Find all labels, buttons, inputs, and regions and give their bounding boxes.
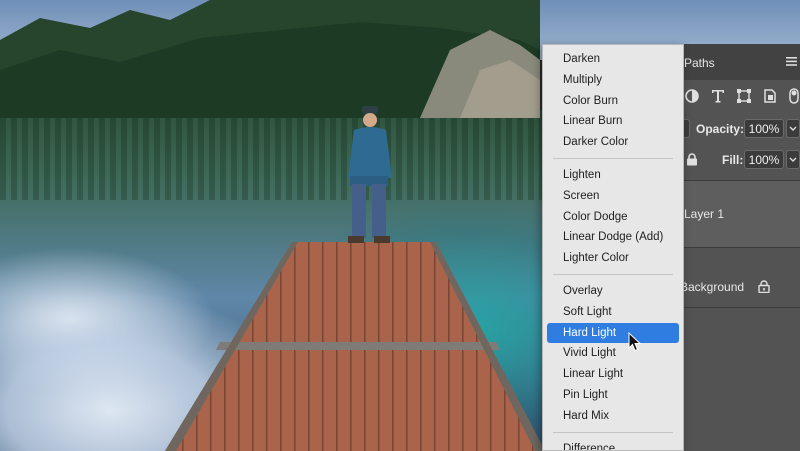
chevron-down-icon	[789, 157, 797, 162]
opacity-field[interactable]: 100%	[744, 119, 784, 138]
panel-tabs: Paths	[684, 44, 800, 80]
fill-row: Fill: 100%	[684, 147, 800, 173]
blend-mode-pin-light[interactable]: Pin Light	[547, 385, 679, 405]
opacity-dropdown[interactable]	[786, 119, 800, 138]
blend-mode-lighter-color[interactable]: Lighter Color	[547, 248, 679, 268]
lock-icon[interactable]	[686, 153, 698, 166]
blend-mode-linear-light[interactable]: Linear Light	[547, 364, 679, 384]
layer-name[interactable]: Layer 1	[684, 207, 724, 221]
adjustment-filter-icon[interactable]	[684, 88, 700, 104]
blend-mode-screen[interactable]: Screen	[547, 186, 679, 206]
layers-panel: Paths Opacity: 100% Fill: 100% Layer 1 B…	[680, 44, 800, 451]
menu-separator	[553, 431, 673, 433]
mouse-pointer-icon	[628, 332, 642, 352]
menu-separator	[553, 274, 673, 275]
blend-mode-color-burn[interactable]: Color Burn	[547, 91, 679, 111]
lock-icon	[758, 280, 770, 293]
layer-row-background[interactable]: Background	[680, 247, 800, 308]
fill-label: Fill:	[722, 153, 744, 167]
blend-mode-hard-mix[interactable]: Hard Mix	[547, 406, 679, 426]
blend-mode-darken[interactable]: Darken	[547, 49, 679, 69]
shape-filter-icon[interactable]	[736, 88, 752, 104]
menu-separator	[553, 158, 673, 159]
blend-mode-hard-light[interactable]: Hard Light	[547, 322, 679, 343]
blend-mode-color-dodge[interactable]: Color Dodge	[547, 207, 679, 227]
blend-mode-linear-dodge-add[interactable]: Linear Dodge (Add)	[547, 227, 679, 247]
layer-name[interactable]: Background	[680, 280, 744, 294]
fill-field[interactable]: 100%	[744, 150, 784, 169]
blend-mode-multiply[interactable]: Multiply	[547, 70, 679, 90]
type-filter-icon[interactable]	[710, 88, 726, 104]
layer-filter-row	[684, 80, 800, 112]
blend-mode-menu: Darken Multiply Color Burn Linear Burn Darke…	[542, 44, 684, 451]
blend-mode-difference[interactable]: Difference	[547, 439, 679, 450]
opacity-label: Opacity:	[696, 122, 745, 136]
fill-dropdown[interactable]	[786, 150, 800, 169]
chevron-down-icon	[789, 126, 797, 131]
layer-row-layer-1[interactable]: Layer 1	[684, 180, 800, 248]
panel-menu-icon[interactable]	[786, 57, 797, 66]
blend-mode-lighten[interactable]: Lighten	[547, 165, 679, 185]
blend-mode-darker-color[interactable]: Darker Color	[547, 132, 679, 152]
blend-mode-overlay[interactable]: Overlay	[547, 281, 679, 301]
blend-mode-linear-burn[interactable]: Linear Burn	[547, 111, 679, 131]
smart-object-filter-icon[interactable]	[762, 88, 778, 104]
blend-mode-soft-light[interactable]: Soft Light	[547, 302, 679, 322]
blend-mode-vivid-light[interactable]: Vivid Light	[547, 343, 679, 363]
tab-paths[interactable]: Paths	[684, 56, 715, 70]
opacity-row: Opacity: 100%	[682, 116, 800, 142]
filter-toggle-icon[interactable]	[788, 88, 800, 104]
